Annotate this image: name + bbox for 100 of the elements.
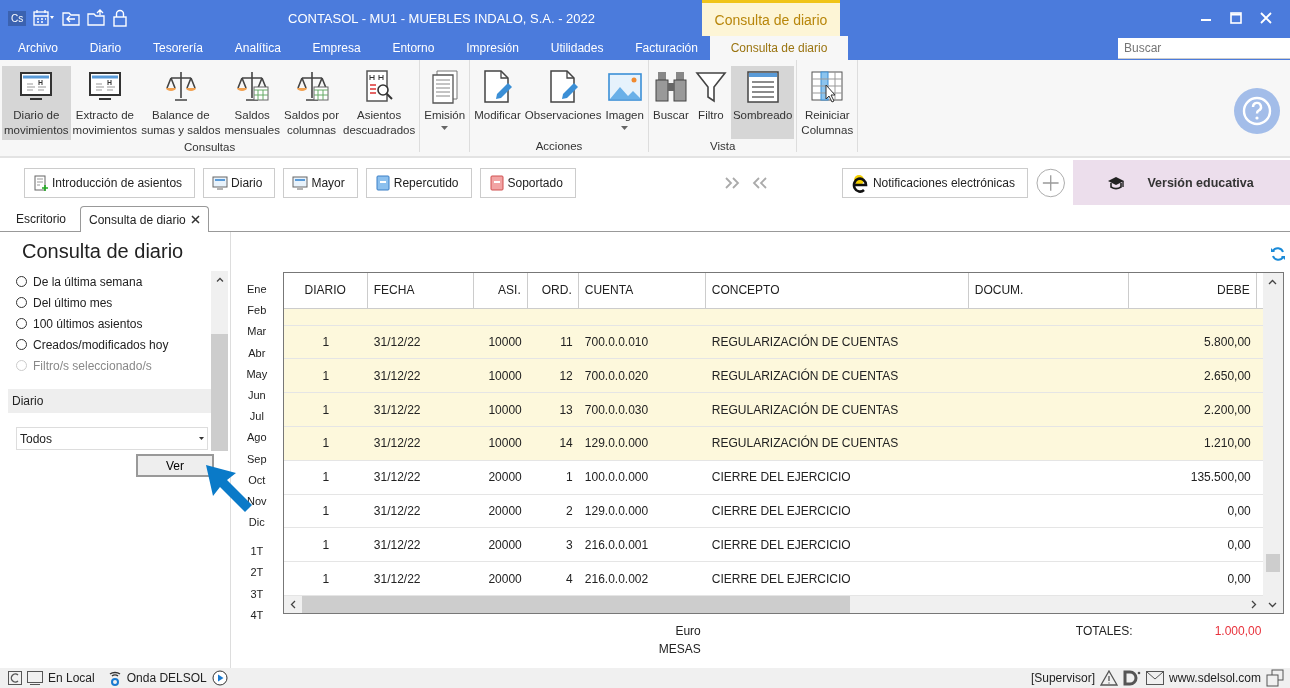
ribbon-button[interactable]: Extracto de movimientos — [70, 66, 140, 140]
period-link[interactable]: Abr — [248, 342, 266, 364]
warning-icon[interactable] — [1099, 670, 1118, 686]
d-logo-icon[interactable] — [1122, 670, 1141, 686]
c-box-icon — [8, 671, 22, 685]
ribbon-button[interactable]: Emisión — [422, 66, 468, 140]
table-cell-text: 20000 — [487, 503, 523, 521]
radio-option[interactable]: De la última semana — [10, 271, 208, 292]
period-link[interactable]: Jun — [247, 384, 266, 407]
ribbon-button[interactable]: Filtro — [690, 66, 731, 139]
play-icon[interactable] — [211, 670, 228, 686]
column-header[interactable]: CUENTA — [578, 273, 706, 308]
document-tab[interactable]: Consulta de diario — [80, 206, 209, 232]
column-header[interactable]: ORD. — [527, 273, 579, 308]
menu-item[interactable]: Empresa — [312, 41, 361, 55]
view-button[interactable]: Ver — [136, 454, 214, 477]
menu-item[interactable]: Diario — [89, 41, 122, 55]
period-link[interactable]: Jul — [249, 406, 264, 428]
refresh-icon[interactable] — [1270, 246, 1286, 262]
period-link[interactable]: Feb — [247, 300, 267, 322]
document-tab[interactable]: Escritorio — [8, 207, 74, 231]
monitor-icon — [27, 671, 43, 685]
column-header[interactable]: DIARIO — [283, 273, 368, 308]
scroll-thumb[interactable] — [211, 333, 228, 451]
menu-tab[interactable]: Consulta de diario — [710, 36, 848, 60]
period-link[interactable]: Sep — [247, 448, 267, 470]
scroll-right-icon[interactable] — [1250, 600, 1257, 610]
ribbon-group-label: Consultas — [184, 141, 236, 153]
scroll-left-icon[interactable] — [289, 600, 296, 610]
period-link[interactable]: Dic — [248, 512, 265, 534]
radio-option[interactable]: Creados/modificados hoy — [10, 334, 208, 355]
column-header[interactable]: ASI. — [473, 273, 528, 308]
lock-icon[interactable] — [112, 9, 129, 27]
menu-item[interactable]: Utilidades — [550, 41, 604, 55]
mail-icon[interactable] — [1145, 671, 1164, 685]
ribbon-button[interactable]: Balance de sumas y saldos — [139, 66, 223, 140]
monitor-icon — [292, 174, 309, 191]
period-link[interactable]: 3T — [250, 583, 264, 605]
ribbon-button[interactable]: Buscar — [650, 66, 691, 139]
horizontal-scrollbar[interactable] — [283, 596, 1263, 613]
ribbon-group-label: Acciones — [535, 140, 583, 152]
menu-item[interactable]: Entorno — [392, 41, 435, 55]
period-link[interactable]: Oct — [248, 469, 266, 491]
toolbar-button[interactable]: Diario — [203, 167, 276, 198]
period-link[interactable]: Mar — [247, 321, 267, 343]
chevrons-left-icon[interactable] — [751, 176, 768, 189]
column-header[interactable]: CONCEPTO — [705, 273, 969, 308]
toolbar-button[interactable]: Repercutido — [365, 167, 472, 198]
scroll-up-icon[interactable] — [1268, 279, 1278, 285]
menu-item[interactable]: Facturación — [635, 41, 698, 55]
period-link[interactable]: Ene — [247, 279, 267, 301]
menu-item[interactable]: Tesorería — [152, 41, 203, 55]
ribbon-button[interactable]: Imagen — [603, 66, 646, 139]
chevrons-right-icon[interactable] — [723, 176, 740, 189]
maximize-icon[interactable] — [1230, 12, 1242, 24]
ribbon-button[interactable]: Reiniciar Columnas — [799, 66, 856, 140]
toolbar-button[interactable]: Mayor — [283, 167, 358, 198]
toolbar-button[interactable]: Introducción de asientos — [24, 167, 196, 198]
windows-icon[interactable] — [1266, 669, 1284, 687]
notifications-button[interactable]: Notificaciones electrónicas — [841, 167, 1028, 198]
scroll-up-icon[interactable] — [215, 277, 224, 282]
journal-dropdown[interactable]: Todos — [16, 427, 208, 450]
website-link[interactable]: www.sdelsol.com — [1168, 671, 1261, 685]
close-icon[interactable] — [190, 215, 200, 224]
column-header[interactable]: FECHA — [367, 273, 474, 308]
column-header[interactable]: DEBE — [1128, 273, 1257, 308]
search-field[interactable]: Buscar — [1118, 38, 1290, 59]
column-header[interactable]: DOCUM. — [968, 273, 1129, 308]
folder-open-icon[interactable] — [87, 9, 106, 27]
ribbon-button[interactable]: Asientos descuadrados — [341, 66, 418, 140]
period-link[interactable]: May — [246, 363, 268, 385]
period-link[interactable]: 2T — [250, 562, 264, 584]
table-cell-text: 129.0.0.000 — [583, 435, 650, 453]
ribbon-button[interactable]: Sombreado — [730, 66, 795, 139]
scroll-thumb[interactable] — [1265, 554, 1280, 572]
vertical-scrollbar[interactable] — [1262, 273, 1283, 613]
app-logo: Cs — [8, 10, 27, 26]
folder-icon[interactable] — [62, 9, 81, 27]
ribbon-group-label: Vista — [709, 140, 736, 152]
period-link[interactable]: 4T — [250, 604, 264, 626]
radio-option[interactable]: 100 últimos asientos — [10, 313, 208, 334]
scroll-thumb[interactable] — [301, 596, 850, 613]
radio-option[interactable]: Del último mes — [10, 292, 208, 313]
scrollbar[interactable] — [211, 271, 228, 451]
calendar-icon[interactable] — [33, 9, 56, 27]
toolbar-button[interactable]: Soportado — [479, 167, 576, 198]
add-icon[interactable] — [1035, 167, 1066, 198]
onda-link[interactable]: Onda DELSOL — [126, 671, 207, 685]
period-link[interactable]: 1T — [250, 541, 264, 563]
ribbon-button[interactable]: Modificar — [472, 66, 523, 139]
ribbon-button[interactable]: Saldos por columnas — [282, 66, 341, 140]
ribbon-button[interactable]: Saldos mensuales — [222, 66, 282, 140]
menu-item[interactable]: Impresión — [466, 41, 519, 55]
scroll-down-icon[interactable] — [1268, 602, 1278, 608]
period-link[interactable]: Ago — [247, 427, 267, 449]
menu-item[interactable]: Archivo — [18, 41, 58, 55]
menu-item[interactable]: Analítica — [234, 41, 281, 55]
ribbon-button[interactable]: Observaciones — [522, 66, 604, 139]
signal-icon — [107, 670, 122, 686]
ribbon-button[interactable]: Diario de movimientos — [2, 66, 71, 140]
